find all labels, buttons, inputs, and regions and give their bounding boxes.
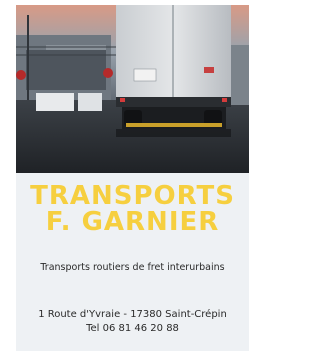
business-card: TRANSPORTS F. GARNIER Transports routier… bbox=[16, 5, 249, 351]
address: 1 Route d'Yvraie - 17380 Saint-Crépin bbox=[38, 309, 227, 320]
company-name-line2: F. GARNIER bbox=[45, 207, 220, 237]
phone-number[interactable]: Tel 06 81 46 20 88 bbox=[16, 323, 249, 334]
truck-photo bbox=[16, 5, 249, 173]
tagline: Transports routiers de fret interurbains bbox=[40, 262, 225, 273]
